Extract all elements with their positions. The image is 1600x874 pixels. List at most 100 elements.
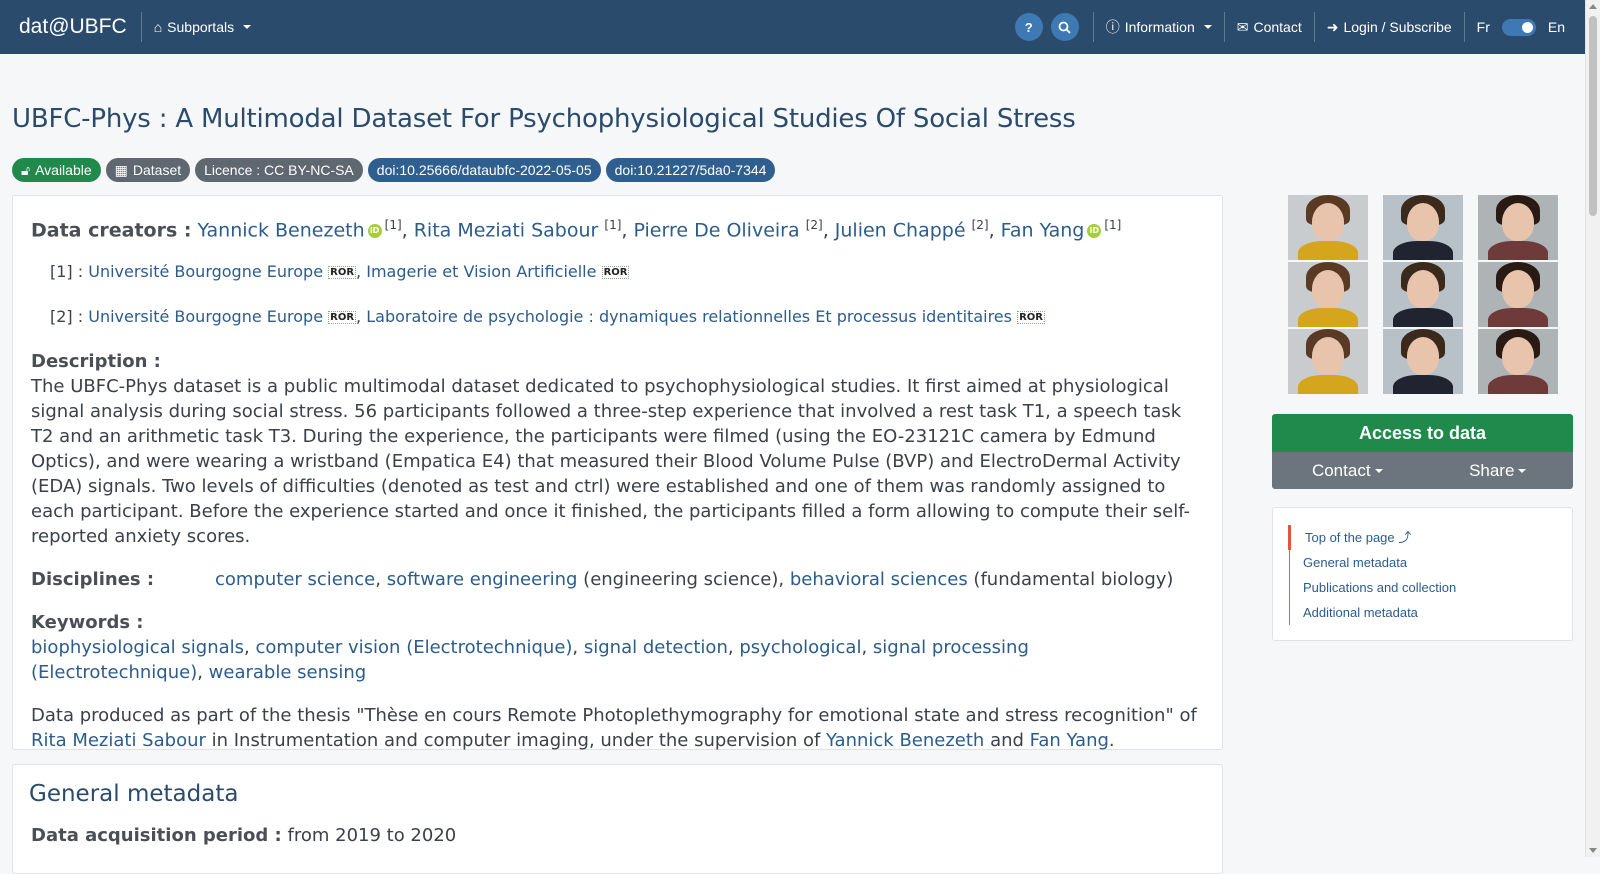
orcid-icon[interactable]: iD (367, 223, 382, 238)
discipline-suffix: (fundamental biology) (967, 569, 1174, 591)
preview-image[interactable] (1478, 195, 1558, 260)
lang-fr-label: Fr (1476, 19, 1490, 35)
keywords-section: Keywords : biophysiological signals, com… (31, 610, 1204, 685)
scroll-up-icon[interactable] (1589, 4, 1597, 9)
ror-icon[interactable]: ROR (328, 266, 357, 280)
creator-link[interactable]: Rita Meziati Sabour (414, 219, 599, 241)
login-icon: ➜ (1326, 18, 1339, 35)
toc-item-general-metadata[interactable]: General metadata (1303, 550, 1556, 575)
language-toggle[interactable] (1501, 18, 1536, 36)
toc-item-additional-metadata[interactable]: Additional metadata (1303, 600, 1556, 625)
acquisition-period: Data acquisition period : from 2019 to 2… (31, 825, 1206, 846)
unlock-icon: 🔓︎ (21, 161, 31, 178)
preview-image[interactable] (1288, 195, 1368, 260)
home-icon: ⌂ (153, 19, 163, 35)
preview-image[interactable] (1288, 329, 1368, 394)
brand-logo[interactable]: dat@UBFC (19, 12, 142, 42)
keyword-link[interactable]: signal detection (584, 637, 728, 658)
preview-image[interactable] (1478, 262, 1558, 327)
disciplines-row: Disciplines : computer science, software… (31, 567, 1204, 592)
preview-image[interactable] (1383, 329, 1463, 394)
preview-image[interactable] (1383, 195, 1463, 260)
access-data-button[interactable]: Access to data (1272, 414, 1573, 452)
thesis-author-link[interactable]: Rita Meziati Sabour (31, 730, 206, 751)
thesis-text: Data produced as part of the thesis "Thè… (31, 705, 1197, 727)
affiliation-row: [1] : Université Bourgogne Europe ROR, I… (50, 262, 630, 282)
keyword-link[interactable]: computer vision (Electrotechnique) (255, 637, 572, 658)
badges-row: 🔓︎ Available ▦ Dataset Licence : CC BY-N… (12, 158, 776, 182)
keyword-link[interactable]: wearable sensing (209, 662, 367, 683)
keywords-label: Keywords : (31, 612, 144, 634)
top-navbar: dat@UBFC ⌂ Subportals ? ⓘ Information ✉ … (0, 0, 1585, 54)
general-metadata-card: General metadata Data acquisition period… (12, 764, 1223, 874)
creator-link[interactable]: Pierre De Oliveira (633, 219, 799, 241)
scroll-down-icon[interactable] (1589, 848, 1597, 853)
dataset-badge: ▦ Dataset (105, 158, 191, 182)
discipline-link[interactable]: behavioral sciences (790, 569, 968, 590)
orcid-icon[interactable]: iD (1087, 223, 1102, 238)
share-dropdown-label: Share (1469, 460, 1515, 480)
affiliation-link[interactable]: Imagerie et Vision Artificielle (366, 262, 596, 281)
supervisor-link[interactable]: Yannick Benezeth (826, 730, 984, 751)
contact-dropdown-button[interactable]: Contact (1272, 452, 1423, 489)
main-info-card: Data creators : Yannick Benezeth iD [1], R… (12, 195, 1223, 753)
information-label: Information (1124, 19, 1195, 35)
available-badge: 🔓︎ Available (12, 158, 101, 182)
contact-icon: ✉ (1236, 18, 1249, 35)
doi-badge-1[interactable]: doi:10.25666/dataubfc-2022-05-05 (367, 158, 601, 182)
contact-label: Contact (1253, 19, 1302, 35)
scroll-thumb[interactable] (1589, 16, 1597, 216)
creator-ref: [1] (604, 218, 622, 232)
keyword-link[interactable]: psychological (739, 637, 861, 658)
toc-item-publications[interactable]: Publications and collection (1303, 575, 1556, 600)
contact-link[interactable]: ✉ Contact (1225, 12, 1314, 42)
keyword-link[interactable]: biophysiological signals (31, 637, 244, 658)
thesis-text: and (984, 730, 1030, 752)
available-label: Available (35, 162, 92, 178)
page-title: UBFC-Phys : A Multimodal Dataset For Psy… (12, 104, 1076, 134)
toc-item-top[interactable]: Top of the page ⤴ (1288, 525, 1556, 550)
ror-icon[interactable]: ROR (328, 311, 357, 325)
creator-ref: [1] (384, 218, 402, 232)
affiliation-link[interactable]: Université Bourgogne Europe (88, 262, 323, 281)
ror-icon[interactable]: ROR (601, 266, 630, 280)
chevron-down-icon (243, 25, 252, 29)
thesis-note: Data produced as part of the thesis "Thè… (31, 703, 1204, 753)
creator-link[interactable]: Fan Yang (1001, 219, 1085, 241)
supervisor-link[interactable]: Fan Yang (1030, 730, 1109, 751)
keywords-list: biophysiological signals, computer visio… (31, 637, 1029, 684)
login-label: Login / Subscribe (1343, 19, 1452, 35)
search-button[interactable] (1050, 13, 1079, 41)
doi-badge-2[interactable]: doi:10.21227/5da0-7344 (605, 158, 776, 182)
licence-badge[interactable]: Licence : CC BY-NC-SA (195, 158, 363, 182)
information-menu[interactable]: ⓘ Information (1094, 12, 1224, 42)
affiliation-link[interactable]: Laboratoire de psychologie : dynamiques … (366, 307, 1012, 326)
thesis-text: . (1108, 730, 1115, 752)
preview-image[interactable] (1383, 262, 1463, 327)
description-section: Description : The UBFC-Phys dataset is a… (31, 349, 1204, 549)
creator-link[interactable]: Yannick Benezeth (198, 219, 365, 241)
help-button[interactable]: ? (1014, 13, 1043, 41)
language-switch[interactable]: Fr En (1465, 12, 1585, 42)
description-text: The UBFC-Phys dataset is a public multim… (31, 376, 1191, 548)
creator-ref: [2] (805, 218, 823, 232)
creator-ref: [1] (1104, 218, 1122, 232)
creators-label: Data creators : (31, 219, 192, 242)
subportals-menu[interactable]: ⌂ Subportals (142, 12, 263, 42)
info-icon: ⓘ (1105, 19, 1120, 35)
ror-icon[interactable]: ROR (1017, 311, 1045, 325)
creator-link[interactable]: Julien Chappé (835, 219, 966, 241)
discipline-link[interactable]: computer science (215, 569, 375, 590)
preview-image[interactable] (1478, 329, 1558, 394)
login-link[interactable]: ➜ Login / Subscribe (1315, 12, 1464, 42)
chevron-down-icon (1518, 468, 1527, 473)
page-scrollbar[interactable] (1585, 0, 1600, 857)
chevron-down-icon (1374, 468, 1383, 473)
dataset-label: Dataset (132, 162, 182, 178)
affiliation-link[interactable]: Université Bourgogne Europe (88, 307, 323, 326)
share-dropdown-button[interactable]: Share (1423, 452, 1574, 489)
discipline-link[interactable]: software engineering (387, 569, 578, 590)
preview-image[interactable] (1288, 262, 1368, 327)
table-of-contents: Top of the page ⤴ General metadata Publi… (1272, 507, 1573, 641)
creators-line: Data creators : Yannick Benezeth iD [1], R… (31, 218, 1122, 242)
